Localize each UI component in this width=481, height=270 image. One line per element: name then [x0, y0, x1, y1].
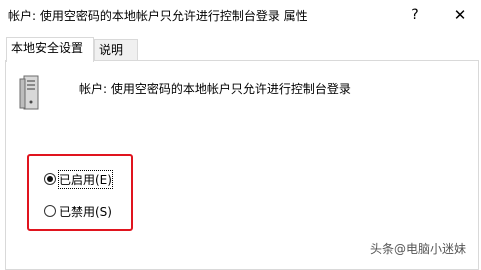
disabled-label[interactable]: 已禁用(S) [59, 203, 112, 220]
enabled-radio[interactable] [44, 173, 56, 185]
window-title: 帐户: 使用空密码的本地帐户只允许进行控制台登录 属性 [8, 9, 308, 23]
watermark: 头条@电脑小迷妹 [370, 242, 467, 256]
tab-bar: 本地安全设置 说明 [0, 37, 481, 62]
help-button[interactable]: ? [404, 4, 426, 26]
policy-name: 帐户: 使用空密码的本地帐户只允许进行控制台登录 [79, 82, 351, 96]
title-bar: 帐户: 使用空密码的本地帐户只允许进行控制台登录 属性 ? ✕ [0, 0, 481, 30]
enabled-label[interactable]: 已启用(E) [58, 169, 113, 189]
enabled-option[interactable]: 已启用(E) [44, 169, 113, 189]
tab-explain[interactable]: 说明 [94, 39, 138, 60]
server-icon [19, 75, 39, 110]
disabled-option[interactable]: 已禁用(S) [44, 202, 112, 220]
close-button[interactable]: ✕ [449, 4, 471, 26]
tab-local-security-setting[interactable]: 本地安全设置 [6, 37, 94, 62]
disabled-radio[interactable] [44, 205, 56, 217]
